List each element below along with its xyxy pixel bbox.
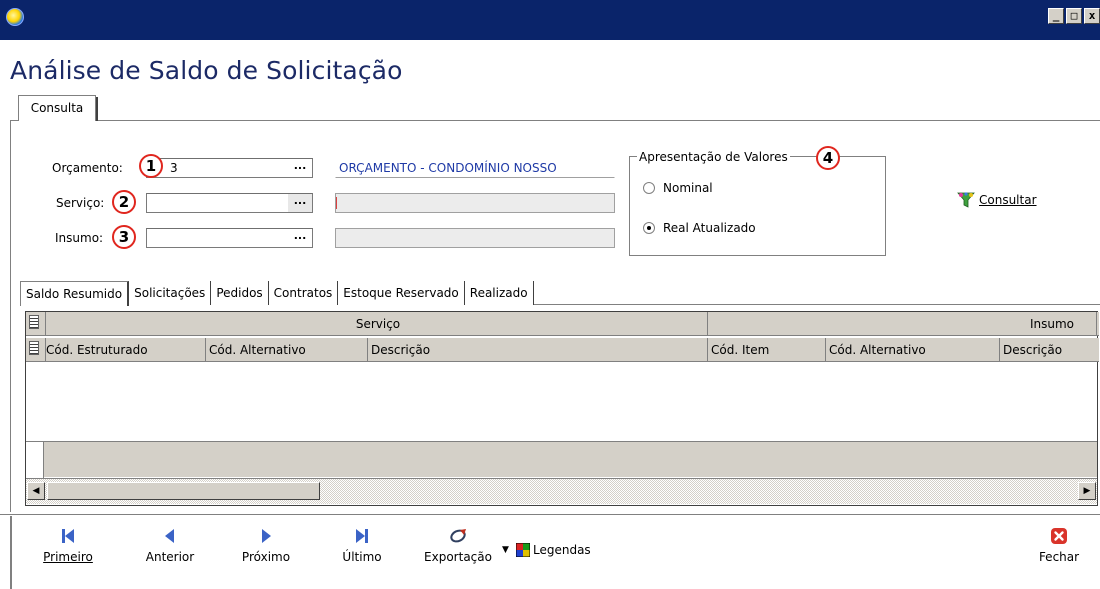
marker-1: 1 bbox=[139, 154, 163, 178]
group-header-insumo: Insumo bbox=[708, 312, 1097, 336]
grid-group-header: Serviço Insumo bbox=[26, 312, 1099, 336]
next-record-icon bbox=[262, 529, 271, 543]
consultar-label: Consultar bbox=[979, 193, 1037, 207]
servico-description bbox=[335, 193, 615, 213]
tab-pedidos[interactable]: Pedidos bbox=[211, 281, 269, 305]
consultar-button[interactable]: Consultar bbox=[957, 192, 1037, 208]
result-tabs: Saldo Resumido Solicitações Pedidos Cont… bbox=[20, 281, 534, 306]
radio-nominal-label[interactable]: Nominal bbox=[663, 181, 713, 195]
first-record-icon bbox=[62, 529, 74, 543]
maximize-button[interactable]: □ bbox=[1066, 8, 1082, 24]
marker-3: 3 bbox=[112, 225, 136, 249]
servico-field[interactable]: ... bbox=[146, 193, 313, 213]
primeiro-label: Primeiro bbox=[43, 550, 93, 564]
ultimo-label: Último bbox=[342, 550, 382, 564]
fechar-label: Fechar bbox=[1038, 550, 1080, 564]
previous-record-icon bbox=[165, 529, 174, 543]
primeiro-button[interactable]: Primeiro bbox=[38, 527, 98, 564]
insumo-lookup-button[interactable]: ... bbox=[288, 229, 312, 247]
page-title: Análise de Saldo de Solicitação bbox=[10, 56, 403, 85]
col-cod-alternativo-servico[interactable]: Cód. Alternativo bbox=[206, 338, 368, 362]
tab-estoque-reservado[interactable]: Estoque Reservado bbox=[338, 281, 465, 305]
servico-lookup-button[interactable]: ... bbox=[288, 194, 312, 212]
legend-grid-icon bbox=[516, 543, 530, 557]
radio-real-atualizado-label[interactable]: Real Atualizado bbox=[663, 221, 756, 235]
insumo-label: Insumo: bbox=[55, 231, 104, 245]
tab-saldo-resumido[interactable]: Saldo Resumido bbox=[20, 281, 130, 306]
last-record-icon bbox=[356, 529, 368, 543]
exportacao-dropdown-icon[interactable]: ▼ bbox=[502, 545, 509, 555]
tab-contratos[interactable]: Contratos bbox=[268, 281, 339, 305]
tab-realizado[interactable]: Realizado bbox=[464, 281, 534, 305]
exportacao-button[interactable]: Exportação bbox=[416, 527, 500, 564]
grid-corner[interactable] bbox=[26, 312, 46, 336]
close-window-button[interactable]: x bbox=[1084, 8, 1100, 24]
close-red-icon bbox=[1051, 528, 1067, 544]
window-controls: _ □ x bbox=[1048, 8, 1100, 24]
apresentacao-valores-legend: Apresentação de Valores bbox=[637, 150, 790, 164]
radio-real-atualizado[interactable] bbox=[643, 222, 655, 234]
minimize-button[interactable]: _ bbox=[1048, 8, 1064, 24]
proximo-label: Próximo bbox=[241, 550, 291, 564]
col-cod-item[interactable]: Cód. Item bbox=[708, 338, 826, 362]
insumo-description bbox=[335, 228, 615, 248]
anterior-button[interactable]: Anterior bbox=[137, 527, 203, 564]
servico-label: Serviço: bbox=[56, 196, 105, 210]
legendas-button[interactable]: Legendas bbox=[516, 543, 591, 557]
exportacao-label: Exportação bbox=[424, 550, 492, 564]
orcamento-lookup-button[interactable]: ... bbox=[288, 159, 312, 177]
orcamento-field[interactable]: 3 ... bbox=[146, 158, 313, 178]
tab-solicitacoes[interactable]: Solicitações bbox=[129, 281, 212, 305]
orcamento-value: 3 bbox=[170, 161, 178, 175]
app-globe-icon bbox=[6, 8, 24, 26]
col-descricao-servico[interactable]: Descrição bbox=[368, 338, 708, 362]
scroll-right-button[interactable]: ▶ bbox=[1078, 482, 1096, 500]
orcamento-label: Orçamento: bbox=[52, 161, 123, 175]
grid-horizontal-scrollbar[interactable]: ◀ ▶ bbox=[26, 478, 1097, 504]
window-title-bar: _ □ x bbox=[0, 0, 1100, 40]
column-chooser-icon bbox=[29, 341, 39, 355]
column-chooser-icon bbox=[29, 315, 39, 329]
grid-column-header: Cód. Estruturado Cód. Alternativo Descri… bbox=[26, 338, 1099, 362]
anterior-label: Anterior bbox=[145, 550, 195, 564]
scroll-thumb[interactable] bbox=[47, 482, 320, 500]
col-cod-alternativo-insumo[interactable]: Cód. Alternativo bbox=[826, 338, 1000, 362]
group-header-servico: Serviço bbox=[46, 312, 708, 336]
insumo-field[interactable]: ... bbox=[146, 228, 313, 248]
funnel-icon bbox=[957, 192, 975, 208]
ultimo-button[interactable]: Último bbox=[334, 527, 390, 564]
fechar-button[interactable]: Fechar bbox=[1036, 527, 1082, 564]
marker-4: 4 bbox=[816, 146, 840, 170]
toolbar-separator bbox=[0, 514, 1100, 516]
marker-2: 2 bbox=[112, 190, 136, 214]
col-descricao-insumo[interactable]: Descrição bbox=[1000, 338, 1097, 362]
export-icon bbox=[450, 529, 466, 543]
scroll-left-button[interactable]: ◀ bbox=[27, 482, 45, 500]
saldo-grid: Serviço Insumo Cód. Estruturado Cód. Alt… bbox=[25, 311, 1099, 506]
toolbar-edge bbox=[10, 516, 12, 589]
apresentacao-valores-group bbox=[629, 156, 886, 256]
legendas-label: Legendas bbox=[533, 543, 591, 557]
radio-nominal[interactable] bbox=[643, 182, 655, 194]
grid-footer bbox=[26, 441, 1097, 478]
col-cod-estruturado[interactable]: Cód. Estruturado bbox=[43, 338, 206, 362]
orcamento-description: ORÇAMENTO - CONDOMÍNIO NOSSO bbox=[335, 158, 615, 178]
tab-consulta[interactable]: Consulta bbox=[18, 95, 98, 121]
proximo-button[interactable]: Próximo bbox=[236, 527, 296, 564]
